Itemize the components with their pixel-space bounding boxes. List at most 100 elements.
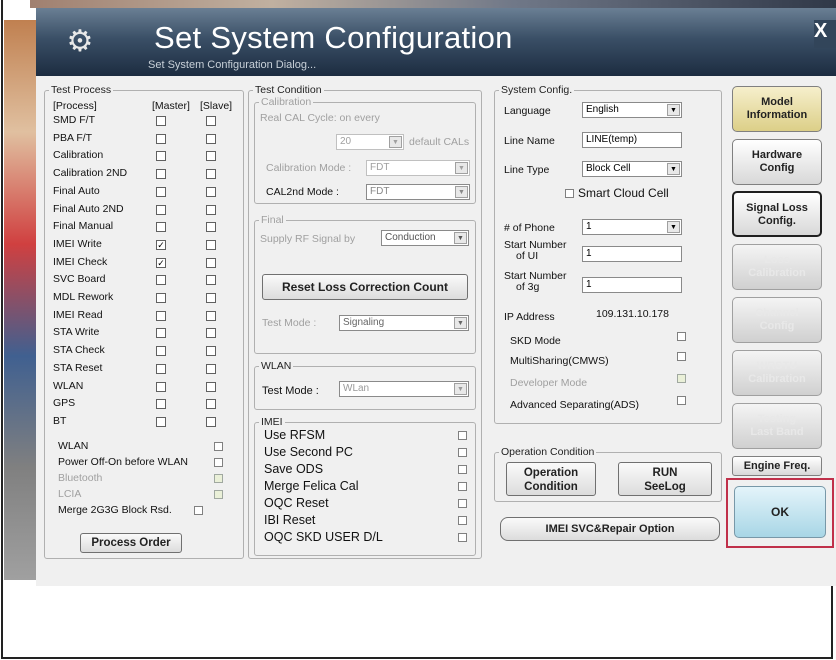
- slave-checkbox[interactable]: [206, 399, 216, 410]
- master-checkbox[interactable]: [156, 169, 166, 180]
- smart-cloud-checkbox[interactable]: [565, 189, 574, 198]
- imei-option-checkbox[interactable]: [458, 499, 467, 508]
- testing-last-band-button[interactable]: Testing Last Band: [732, 403, 822, 449]
- calibration-mode-value: FDT: [370, 162, 390, 173]
- process-option-checkbox[interactable]: [194, 506, 203, 515]
- slave-checkbox[interactable]: [206, 222, 216, 233]
- hardware-config-button[interactable]: Hardware Config: [732, 139, 822, 185]
- supply-rf-select[interactable]: Conduction ▼: [381, 230, 469, 246]
- phone-count-label: # of Phone: [504, 222, 555, 234]
- config-dialog: ⚙ Set System Configuration Set System Co…: [36, 8, 836, 586]
- wlan-test-mode-select[interactable]: WLan ▼: [339, 381, 469, 397]
- process-option-checkbox[interactable]: [214, 490, 223, 499]
- slave-checkbox[interactable]: [206, 151, 216, 162]
- run-seelog-button[interactable]: RUN SeeLog: [618, 462, 712, 496]
- close-button[interactable]: X: [814, 20, 836, 48]
- final-test-mode-select[interactable]: Signaling ▼: [339, 315, 469, 331]
- imei-svc-repair-button[interactable]: IMEI SVC&Repair Option: [500, 517, 720, 541]
- imei-option-checkbox[interactable]: [458, 448, 467, 457]
- master-checkbox[interactable]: [156, 186, 166, 197]
- signal-loss-config-button[interactable]: Signal Loss Config.: [732, 191, 822, 237]
- master-checkbox[interactable]: [156, 133, 166, 144]
- process-option-checkbox[interactable]: [214, 442, 223, 451]
- imei-option-checkbox[interactable]: [458, 431, 467, 440]
- process-option-checkbox[interactable]: [214, 458, 223, 467]
- process-row-label: SVC Board: [53, 273, 106, 286]
- multisharing-checkbox[interactable]: [677, 352, 686, 361]
- process-row-label: STA Reset: [53, 361, 103, 374]
- chevron-down-icon: ▼: [454, 232, 467, 244]
- master-checkbox[interactable]: [156, 328, 166, 339]
- master-checkbox[interactable]: [156, 293, 166, 303]
- advanced-separating-label: Advanced Separating(ADS): [510, 399, 639, 411]
- imei-option-checkbox[interactable]: [458, 482, 467, 491]
- line-name-input[interactable]: LINE(temp): [582, 132, 682, 148]
- run-seelog-button-line2: SeeLog: [644, 481, 686, 493]
- slave-checkbox[interactable]: [206, 346, 216, 357]
- channel-config-line2: Config: [759, 320, 795, 332]
- channel-config-button[interactable]: Channel Config: [732, 297, 822, 343]
- slave-checkbox[interactable]: [206, 381, 216, 392]
- imei-option-label: Use Second PC: [264, 445, 353, 459]
- cal-cycle-select[interactable]: 20 ▼: [336, 134, 404, 150]
- process-row-label: STA Check: [53, 344, 105, 357]
- engine-freq-button[interactable]: Engine Freq.: [732, 456, 822, 476]
- multisharing-label: MultiSharing(CMWS): [510, 355, 609, 367]
- master-checkbox[interactable]: ✓: [156, 239, 166, 250]
- process-row-label: WLAN: [53, 379, 84, 392]
- master-checkbox[interactable]: [156, 416, 166, 427]
- master-checkbox[interactable]: [156, 116, 166, 126]
- slave-checkbox[interactable]: [206, 275, 216, 286]
- operation-condition-button[interactable]: Operation Condition: [506, 462, 596, 496]
- imei-option-checkbox[interactable]: [458, 516, 467, 525]
- gear-icon: ⚙: [66, 25, 94, 58]
- master-checkbox[interactable]: [156, 363, 166, 374]
- master-checkbox[interactable]: [156, 346, 166, 357]
- skd-mode-checkbox[interactable]: [677, 332, 686, 341]
- loss-calibration-button[interactable]: Loss Calibration: [732, 244, 822, 290]
- language-select[interactable]: English ▼: [582, 102, 682, 118]
- process-order-button[interactable]: Process Order: [80, 533, 182, 553]
- master-checkbox[interactable]: ✓: [156, 257, 166, 268]
- slave-checkbox[interactable]: [206, 310, 216, 321]
- imei-option-checkbox[interactable]: [458, 465, 467, 474]
- slave-checkbox[interactable]: [206, 239, 216, 250]
- master-checkbox[interactable]: [156, 204, 166, 215]
- smart-cloud-label: Smart Cloud Cell: [578, 186, 669, 200]
- slave-checkbox[interactable]: [206, 116, 216, 126]
- cal2nd-mode-select[interactable]: FDT ▼: [366, 184, 470, 200]
- master-checkbox[interactable]: [156, 275, 166, 286]
- process-option-checkbox[interactable]: [214, 474, 223, 483]
- wrstu-calibration-button[interactable]: WRSTU Calibration: [732, 350, 822, 396]
- slave-checkbox[interactable]: [206, 363, 216, 374]
- process-row-label: Calibration 2ND: [53, 167, 128, 180]
- slave-checkbox[interactable]: [206, 416, 216, 427]
- master-checkbox[interactable]: [156, 310, 166, 321]
- slave-checkbox[interactable]: [206, 169, 216, 180]
- start-3g-input[interactable]: 1: [582, 277, 682, 293]
- imei-option-checkbox[interactable]: [458, 533, 467, 542]
- ok-button[interactable]: OK: [734, 486, 826, 538]
- developer-mode-checkbox[interactable]: [677, 374, 686, 383]
- slave-checkbox[interactable]: [206, 328, 216, 339]
- calibration-legend: Calibration: [261, 96, 312, 108]
- slave-checkbox[interactable]: [206, 204, 216, 215]
- reset-loss-correction-button[interactable]: Reset Loss Correction Count: [262, 274, 468, 300]
- imei-option-label: IBI Reset: [264, 513, 316, 527]
- line-type-select[interactable]: Block Cell ▼: [582, 161, 682, 177]
- slave-checkbox[interactable]: [206, 133, 216, 144]
- slave-checkbox[interactable]: [206, 293, 216, 303]
- master-checkbox[interactable]: [156, 381, 166, 392]
- master-checkbox[interactable]: [156, 151, 166, 162]
- slave-checkbox[interactable]: [206, 257, 216, 268]
- start-ui-input[interactable]: 1: [582, 246, 682, 262]
- process-row-label: IMEI Write: [53, 237, 102, 250]
- model-information-button[interactable]: Model Information: [732, 86, 822, 132]
- calibration-mode-select[interactable]: FDT ▼: [366, 160, 470, 176]
- slave-checkbox[interactable]: [206, 186, 216, 197]
- master-checkbox[interactable]: [156, 222, 166, 233]
- advanced-separating-checkbox[interactable]: [677, 396, 686, 405]
- phone-count-select[interactable]: 1 ▼: [582, 219, 682, 235]
- start-3g-label-line2: of 3g: [516, 281, 540, 293]
- master-checkbox[interactable]: [156, 399, 166, 410]
